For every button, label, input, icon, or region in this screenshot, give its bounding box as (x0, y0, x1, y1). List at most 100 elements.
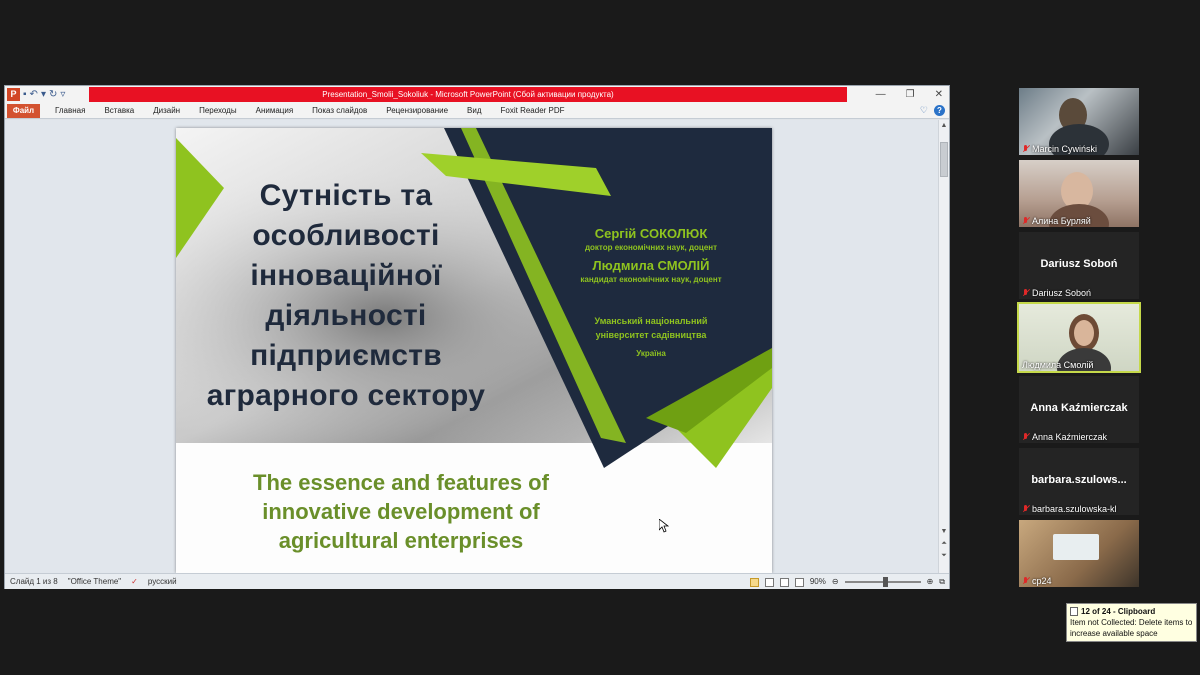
status-left: Слайд 1 из 8 "Office Theme" ✓ русский (10, 574, 177, 590)
tab-slideshow[interactable]: Показ слайдов (312, 103, 367, 119)
tab-design[interactable]: Дизайн (153, 103, 180, 119)
author2-name: Людмила СМОЛІЙ (592, 258, 710, 273)
muted-mic-icon (1022, 505, 1029, 513)
scroll-up-icon[interactable]: ▲ (939, 122, 949, 129)
participant-name: Marcin Cywiński (1022, 144, 1097, 154)
participant-tile[interactable]: cp24 (1019, 520, 1139, 587)
status-right: 90% ⊖ ⊕ ⧉ (749, 574, 945, 590)
participant-big-name: Dariusz Soboń (1040, 258, 1118, 270)
minimize-button[interactable]: — (876, 86, 886, 103)
clipboard-notification[interactable]: 12 of 24 - Clipboard Item not Collected:… (1066, 603, 1197, 642)
reading-view-icon[interactable] (779, 577, 789, 587)
zoom-out-icon[interactable]: ⊖ (832, 574, 839, 590)
clipboard-message: Item not Collected: Delete items to incr… (1070, 618, 1193, 638)
title-line: аграрного сектору (206, 379, 486, 412)
title-line: підприємств (250, 339, 442, 372)
title-line: особливості (252, 219, 440, 252)
close-button[interactable]: ✕ (935, 86, 943, 103)
participant-name: Anna Kaźmierczak (1022, 432, 1107, 442)
title-en-line: The essence and features of (253, 470, 549, 495)
title-en-line: innovative development of (262, 499, 540, 524)
redo-icon[interactable]: ↻ (49, 89, 57, 101)
save-icon[interactable]: ▪ (23, 89, 27, 101)
tab-animations[interactable]: Анимация (256, 103, 294, 119)
slideshow-icon[interactable] (794, 577, 804, 587)
university-line: університет садівництва (595, 330, 707, 340)
zoom-slider[interactable] (844, 577, 921, 587)
participant-big-name: barbara.szulows... (1031, 474, 1127, 486)
participant-tile[interactable]: Marcin Cywiński (1019, 88, 1139, 155)
slide-canvas[interactable]: Сутність та особливості інноваційної дія… (176, 128, 772, 573)
participant-label: barbara.szulowska-kl (1032, 504, 1117, 514)
participant-label: Anna Kaźmierczak (1032, 432, 1108, 442)
muted-mic-icon (1022, 577, 1029, 585)
tab-review[interactable]: Рецензирование (386, 103, 448, 119)
participant-tile-active-speaker[interactable]: Людмила Смолій (1017, 302, 1141, 373)
fit-window-icon[interactable]: ⧉ (939, 574, 945, 590)
window-controls: — ❐ ✕ (876, 86, 943, 103)
muted-mic-icon (1022, 217, 1029, 225)
tab-insert[interactable]: Вставка (104, 103, 134, 119)
tab-foxit[interactable]: Foxit Reader PDF (501, 103, 565, 119)
participant-tile[interactable]: Алина Бурляй (1019, 160, 1139, 227)
author1-degree: доктор економічних наук, доцент (584, 243, 718, 252)
title-en-line: agricultural enterprises (278, 528, 524, 553)
participant-tile[interactable]: barbara.szulows... barbara.szulowska-kl (1019, 448, 1139, 515)
tab-file[interactable]: Файл (7, 104, 40, 118)
ribbon-right-controls: ♡ ? (920, 105, 945, 116)
zoom-level[interactable]: 90% (810, 574, 826, 590)
participant-name: Dariusz Soboń (1022, 288, 1091, 298)
university-line: Уманський національний (594, 316, 708, 326)
slide-counter: Слайд 1 из 8 (10, 577, 58, 586)
scroll-down-icon[interactable]: ▼ (939, 528, 949, 535)
undo-icon[interactable]: ↶ (30, 89, 38, 101)
slide-sorter-icon[interactable] (764, 577, 774, 587)
author2-degree: кандидат економічних наук, доцент (580, 275, 722, 284)
participant-video (1053, 534, 1099, 560)
clipboard-header: 12 of 24 - Clipboard (1081, 607, 1156, 616)
zoom-in-icon[interactable]: ⊕ (927, 574, 934, 590)
participant-label: Marcin Cywiński (1032, 144, 1098, 154)
vertical-scrollbar[interactable]: ▲ ▼ ⏶ ⏷ (938, 120, 949, 573)
participant-label: Людмила Смолій (1022, 360, 1094, 370)
tab-home[interactable]: Главная (55, 103, 85, 119)
title-line: діяльності (265, 299, 427, 332)
tab-transitions[interactable]: Переходы (199, 103, 237, 119)
participant-name: Алина Бурляй (1022, 216, 1091, 226)
country: Україна (636, 349, 666, 358)
participant-name: Людмила Смолій (1022, 360, 1093, 370)
participant-tile[interactable]: Anna Kaźmierczak Anna Kaźmierczak (1019, 376, 1139, 443)
window-title: Presentation_Smolii_Sokoliuk - Microsoft… (89, 87, 847, 102)
restore-button[interactable]: ❐ (906, 86, 915, 103)
theme-name[interactable]: "Office Theme" (68, 574, 121, 590)
quick-access-toolbar: P ▪ ↶ ▾ ↻ ▿ (7, 87, 65, 102)
help-icon[interactable]: ? (934, 105, 945, 116)
muted-mic-icon (1022, 145, 1029, 153)
prev-slide-icon[interactable]: ⏶ (939, 540, 949, 548)
author1-name: Сергій СОКОЛЮК (594, 226, 708, 241)
participant-big-name: Anna Kaźmierczak (1030, 402, 1128, 414)
participant-tile[interactable]: Dariusz Soboń Dariusz Soboń (1019, 232, 1139, 299)
minimize-ribbon-icon[interactable]: ♡ (920, 105, 928, 116)
title-bar: P ▪ ↶ ▾ ↻ ▿ Presentation_Smolii_Sokoliuk… (5, 86, 949, 103)
participant-name: barbara.szulowska-kl (1022, 504, 1117, 514)
clipboard-icon (1070, 607, 1078, 616)
title-line: Сутність та (259, 179, 433, 212)
scroll-thumb[interactable] (940, 142, 948, 177)
participant-label: Алина Бурляй (1032, 216, 1091, 226)
powerpoint-window: P ▪ ↶ ▾ ↻ ▿ Presentation_Smolii_Sokoliuk… (4, 85, 950, 589)
customize-toolbar-icon[interactable]: ▿ (60, 89, 65, 101)
next-slide-icon[interactable]: ⏷ (939, 552, 949, 560)
spellcheck-icon[interactable]: ✓ (131, 574, 138, 590)
ribbon-menu: Главная Вставка Дизайн Переходы Анимация… (55, 103, 565, 119)
normal-view-icon[interactable] (749, 577, 759, 587)
tab-view[interactable]: Вид (467, 103, 481, 119)
mouse-cursor-icon (659, 519, 669, 533)
undo-dropdown-icon[interactable]: ▾ (41, 89, 46, 101)
slide-title-ukrainian: Сутність та особливості інноваційної дія… (186, 176, 506, 416)
zoom-slider-knob[interactable] (882, 577, 888, 587)
language[interactable]: русский (148, 574, 177, 590)
powerpoint-logo-icon[interactable]: P (7, 88, 20, 101)
slide-title-english: The essence and features of innovative d… (216, 468, 586, 555)
participant-name: cp24 (1022, 576, 1052, 586)
